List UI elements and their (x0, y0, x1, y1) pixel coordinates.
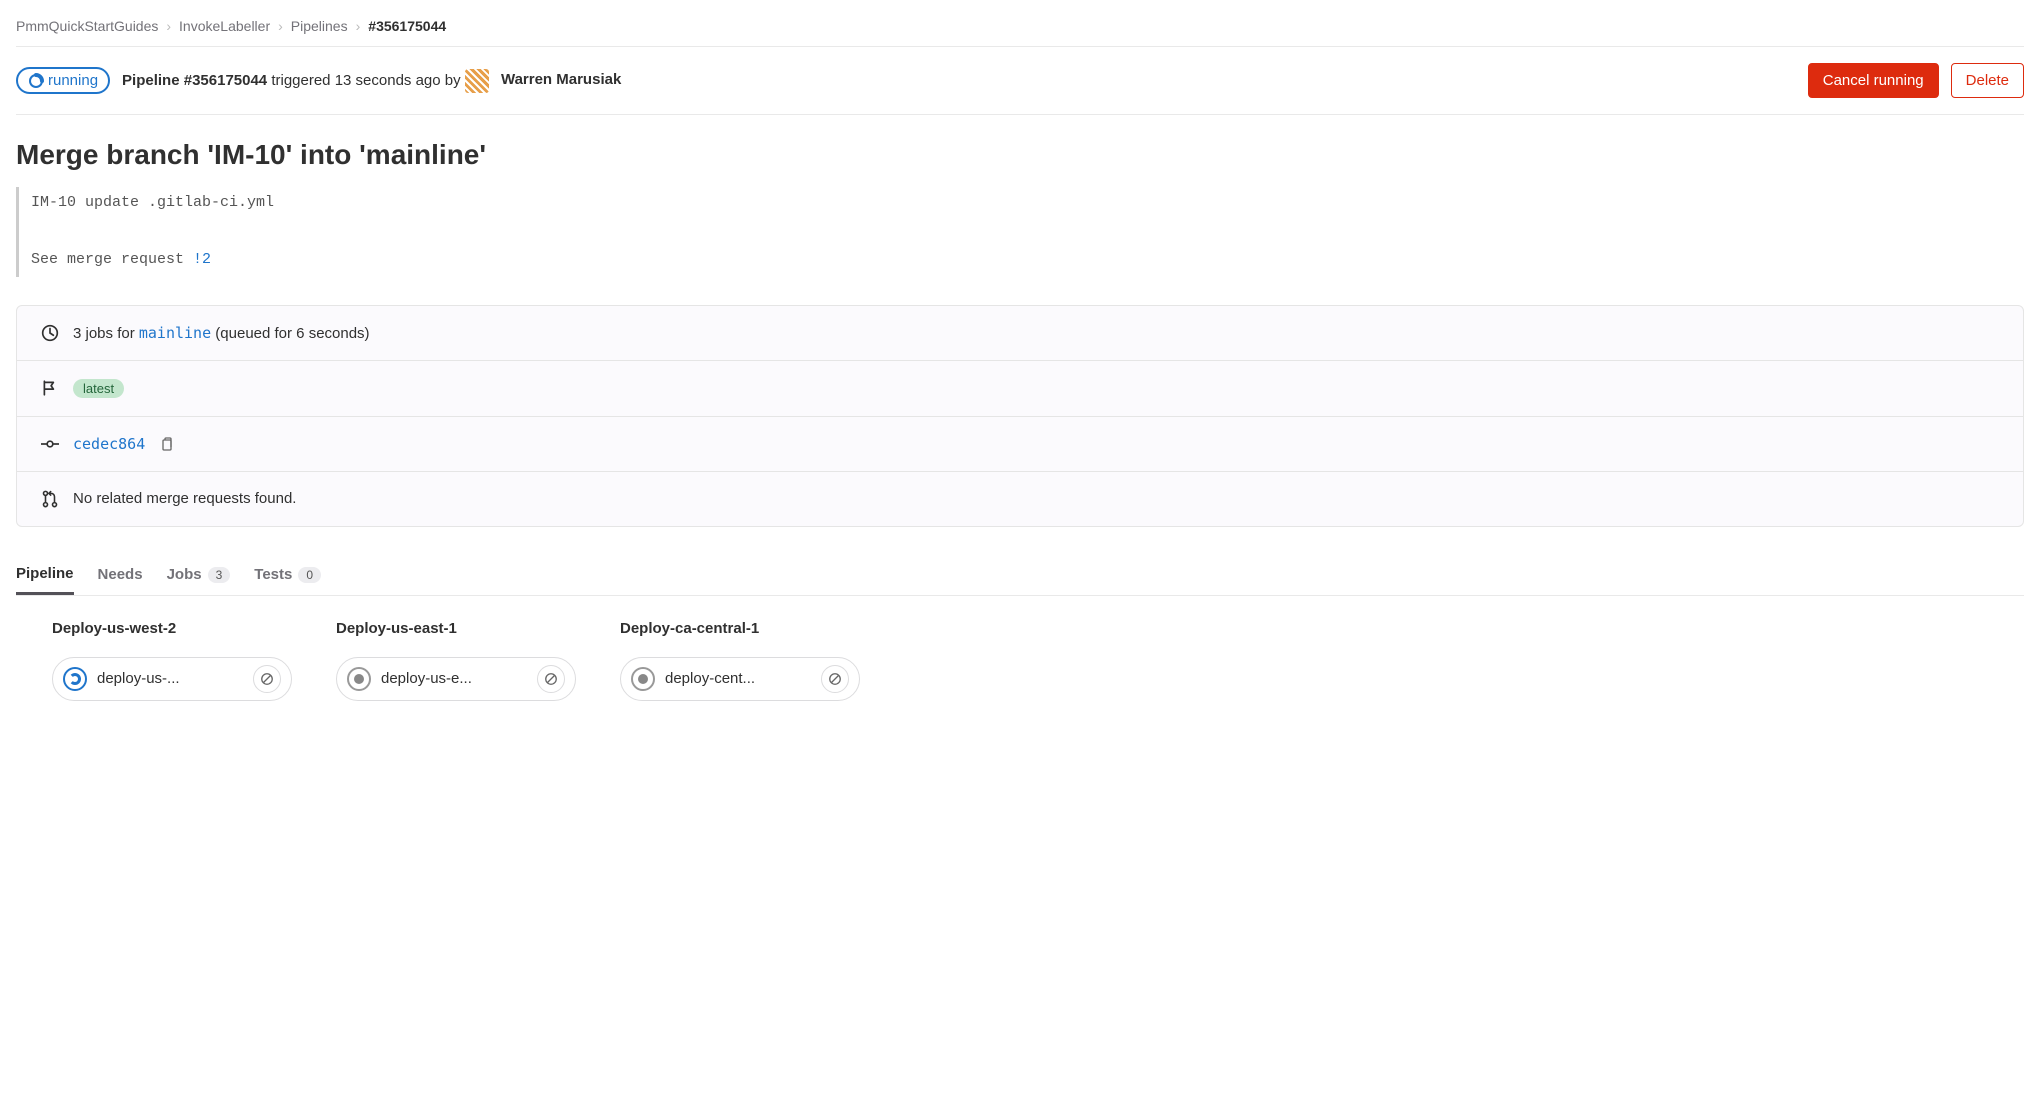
pipeline-title: Pipeline #356175044 triggered 13 seconds… (122, 69, 621, 93)
stage-title: Deploy-ca-central-1 (620, 620, 860, 637)
stage-column: Deploy-us-west-2 deploy-us-... (52, 620, 292, 701)
cancel-icon (544, 672, 558, 686)
merge-request-link[interactable]: !2 (193, 251, 211, 268)
cancel-job-button[interactable] (537, 665, 565, 693)
pipeline-stages: Deploy-us-west-2 deploy-us-... Deploy-us… (16, 596, 2024, 701)
breadcrumb-item[interactable]: InvokeLabeller (179, 18, 270, 34)
cancel-icon (260, 672, 274, 686)
tab-tests[interactable]: Tests 0 (254, 555, 321, 595)
stage-column: Deploy-us-east-1 deploy-us-e... (336, 620, 576, 701)
chevron-right-icon: › (278, 18, 283, 34)
running-icon (28, 73, 44, 89)
mr-status-text: No related merge requests found. (73, 490, 296, 507)
job-name: deploy-us-e... (381, 670, 472, 687)
info-row-mr: No related merge requests found. (17, 472, 2023, 526)
job-pill[interactable]: deploy-cent... (620, 657, 860, 701)
breadcrumb-item[interactable]: Pipelines (291, 18, 348, 34)
info-row-commit: cedec864 (17, 417, 2023, 472)
cancel-icon (828, 672, 842, 686)
tab-needs[interactable]: Needs (98, 555, 143, 595)
cancel-job-button[interactable] (253, 665, 281, 693)
tabs: Pipeline Needs Jobs 3 Tests 0 (16, 555, 2024, 596)
breadcrumb: PmmQuickStartGuides › InvokeLabeller › P… (16, 12, 2024, 46)
delete-button[interactable]: Delete (1951, 63, 2024, 98)
status-badge[interactable]: running (16, 67, 110, 94)
copy-icon[interactable] (159, 436, 175, 452)
stage-column: Deploy-ca-central-1 deploy-cent... (620, 620, 860, 701)
status-badge-label: running (48, 72, 98, 89)
commit-message-line: See merge request !2 (31, 246, 2024, 275)
stage-title: Deploy-us-west-2 (52, 620, 292, 637)
latest-badge: latest (73, 379, 124, 398)
chevron-right-icon: › (356, 18, 361, 34)
username-link[interactable]: Warren Marusiak (501, 71, 621, 88)
tab-pipeline[interactable]: Pipeline (16, 555, 74, 595)
cancel-job-button[interactable] (821, 665, 849, 693)
chevron-right-icon: › (166, 18, 171, 34)
commit-message-line: IM-10 update .gitlab-ci.yml (31, 189, 2024, 218)
commit-sha-link[interactable]: cedec864 (73, 435, 145, 453)
pipeline-header: running Pipeline #356175044 triggered 13… (16, 46, 2024, 115)
commit-icon (41, 435, 59, 453)
info-row-flags: latest (17, 361, 2023, 417)
cancel-running-button[interactable]: Cancel running (1808, 63, 1939, 98)
pipeline-info-box: 3 jobs for mainline (queued for 6 second… (16, 305, 2024, 527)
tab-jobs[interactable]: Jobs 3 (167, 555, 231, 595)
tab-count: 3 (208, 567, 231, 583)
job-pill[interactable]: deploy-us-e... (336, 657, 576, 701)
running-icon (63, 667, 87, 691)
job-pill[interactable]: deploy-us-... (52, 657, 292, 701)
pending-icon (631, 667, 655, 691)
clock-icon (41, 324, 59, 342)
info-row-jobs: 3 jobs for mainline (queued for 6 second… (17, 306, 2023, 361)
page-title: Merge branch 'IM-10' into 'mainline' (16, 139, 2024, 171)
pending-icon (347, 667, 371, 691)
breadcrumb-current: #356175044 (368, 18, 446, 34)
pipeline-id: Pipeline #356175044 (122, 71, 267, 88)
stage-title: Deploy-us-east-1 (336, 620, 576, 637)
job-name: deploy-us-... (97, 670, 180, 687)
avatar[interactable] (465, 69, 489, 93)
merge-request-icon (41, 490, 59, 508)
tab-count: 0 (298, 567, 321, 583)
branch-link[interactable]: mainline (139, 324, 211, 342)
job-name: deploy-cent... (665, 670, 755, 687)
breadcrumb-item[interactable]: PmmQuickStartGuides (16, 18, 158, 34)
commit-message: IM-10 update .gitlab-ci.yml See merge re… (16, 187, 2024, 277)
flag-icon (41, 379, 59, 397)
